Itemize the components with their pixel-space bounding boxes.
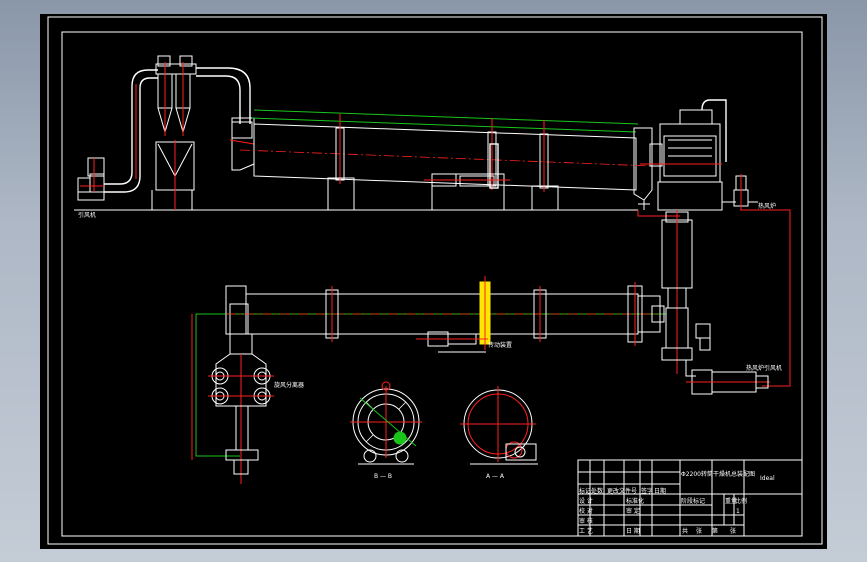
cyclone-group-elevation (151, 55, 197, 210)
feed-pipe-red (740, 209, 791, 387)
drawing-canvas: 引风机 热风炉 传动装置 旋风分离器 热风炉引风机 B — B A — A Φ2… (47, 16, 823, 545)
elevation-view: 引风机 热风炉 (74, 55, 776, 219)
hot-air-furnace (640, 99, 727, 211)
tb-row-review: 审 核 (579, 517, 593, 525)
label-transmission: 传动装置 (488, 341, 512, 349)
tb-standardization: 标准化 (626, 497, 644, 505)
cad-viewport[interactable]: 引风机 热风炉 传动装置 旋风分离器 热风炉引风机 B — B A — A Φ2… (40, 14, 827, 549)
tb-date: 日 期 (626, 527, 640, 535)
hot-blast-fan-elevation (722, 174, 758, 210)
tb-row-design: 设 计 (579, 497, 593, 505)
tb-scale-value: 1 (736, 508, 740, 515)
label-section-b: B — B (374, 473, 392, 480)
tb-approve: 审 定 (626, 507, 640, 515)
cyclone-cluster-plan (208, 333, 274, 484)
section-b-b (350, 381, 422, 465)
tb-row-process: 工 艺 (579, 527, 593, 535)
plan-view: 传动装置 旋风分离器 热风炉引风机 (191, 210, 782, 484)
label-cyclone-separator: 旋风分离器 (274, 381, 304, 389)
label-section-a: A — A (486, 473, 505, 480)
section-a-a (460, 386, 538, 465)
tb-ratio: 比例 (735, 497, 747, 505)
drawing-title: Φ2200转筒干燥机总装配图 (681, 470, 755, 478)
tb-sheet-total: 共 (682, 527, 688, 535)
drum-supports (327, 173, 559, 211)
tb-header-date: 日期 (654, 487, 666, 495)
tb-header-change-doc: 更改文件号 (607, 487, 637, 495)
tb-sheet-no-unit: 张 (730, 527, 736, 535)
tb-header-sign: 签字 (641, 487, 653, 495)
induced-fan (77, 157, 105, 201)
tb-header-count: 处数 (591, 487, 603, 495)
tb-sheet-total-unit: 张 (696, 527, 702, 535)
label-hot-blast-stove-fan: 热风炉引风机 (746, 364, 782, 372)
tb-sheet-no: 第 (712, 527, 718, 535)
label-hot-air-furnace: 热风炉 (758, 202, 776, 210)
tb-row-check: 校 对 (579, 507, 593, 515)
tb-company: Ideal (760, 475, 775, 482)
feed-head (229, 117, 255, 171)
outer-border (47, 16, 823, 545)
tb-stage-mark: 阶段标记 (681, 497, 705, 505)
tb-header-mark: 标记 (579, 487, 591, 495)
transmission-plan (416, 331, 488, 353)
discharge-head (633, 127, 653, 210)
label-induced-fan: 引风机 (78, 211, 96, 219)
